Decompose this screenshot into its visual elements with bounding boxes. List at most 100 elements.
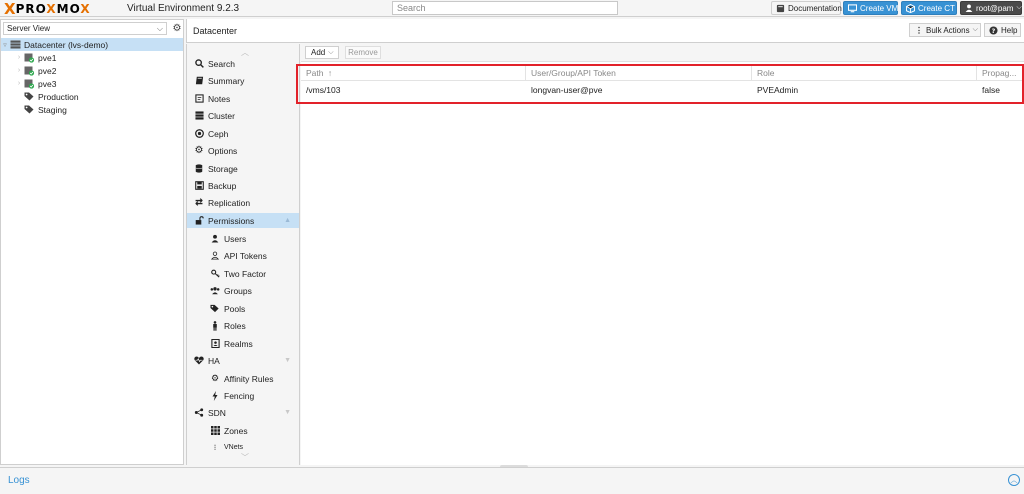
column-header-role[interactable]: Role — [752, 64, 977, 80]
chevron-down-icon: ⌵ — [1016, 4, 1022, 11]
logo-wordmark: PROXMOX — [15, 1, 91, 16]
tree-item-label: pve1 — [38, 52, 57, 63]
tree-item-production[interactable]: Production — [1, 90, 183, 103]
table-row[interactable]: /vms/103 longvan-user@pve PVEAdmin false — [301, 81, 1024, 98]
collapse-icon[interactable]: ▿ — [1, 41, 9, 49]
nav-item-affinity-rules[interactable]: ⚙ Affinity Rules — [187, 371, 299, 386]
cell-user: longvan-user@pve — [531, 85, 603, 95]
scroll-down-icon[interactable]: ﹀ — [241, 452, 249, 463]
create-ct-button[interactable]: Create CT — [901, 1, 957, 15]
nav-item-cluster[interactable]: Cluster — [187, 108, 299, 123]
expand-icon[interactable]: › — [15, 80, 23, 87]
help-button[interactable]: ? Help — [984, 23, 1021, 37]
column-header-user[interactable]: User/Group/API Token — [526, 64, 752, 80]
tag-icon — [23, 92, 35, 102]
cell-propagate: false — [982, 85, 1000, 95]
cogs-icon: ⚙ — [210, 373, 220, 383]
page-title: Datacenter — [193, 26, 238, 36]
expand-icon[interactable]: › — [15, 54, 23, 61]
proxmox-logo[interactable]: X PROXMOX — [4, 0, 91, 18]
tree-item-staging[interactable]: Staging — [1, 103, 183, 116]
expand-icon[interactable]: › — [15, 67, 23, 74]
tags-icon — [210, 304, 220, 314]
svg-text:?: ? — [992, 27, 996, 34]
nav-item-permissions[interactable]: Permissions ▲ — [187, 213, 299, 228]
collapse-caret-icon[interactable]: ▼ — [284, 357, 291, 364]
tree-item-pve1[interactable]: › pve1 — [1, 51, 183, 64]
bulk-actions-button[interactable]: ⋮ Bulk Actions ⌵ — [909, 23, 981, 37]
add-button[interactable]: Add ⌵ — [305, 46, 339, 59]
nav-item-label: Permissions — [208, 215, 255, 226]
tree-item-label: pve3 — [38, 78, 57, 89]
address-book-icon — [210, 339, 220, 349]
user-menu-button[interactable]: root@pam ⌵ — [960, 1, 1022, 15]
nav-item-zones[interactable]: Zones — [187, 423, 299, 438]
nav-item-ha[interactable]: HA ▼ — [187, 353, 299, 368]
nav-item-label: Affinity Rules — [224, 373, 274, 384]
nav-item-label: Users — [224, 233, 247, 244]
tree-item-pve3[interactable]: › pve3 — [1, 77, 183, 90]
node-online-icon — [23, 79, 35, 89]
nav-item-two-factor[interactable]: Two Factor — [187, 266, 299, 281]
nav-item-fencing[interactable]: Fencing — [187, 388, 299, 403]
nav-item-sdn[interactable]: SDN ▼ — [187, 405, 299, 420]
grid-header: Path ↑ User/Group/API Token Role Propag.… — [301, 64, 1024, 81]
key-icon — [210, 269, 220, 279]
sdn-icon — [194, 408, 204, 418]
database-icon — [194, 164, 204, 174]
logs-title[interactable]: Logs — [8, 475, 30, 486]
nav-item-label: Storage — [208, 163, 238, 174]
nav-item-backup[interactable]: Backup — [187, 178, 299, 193]
search-icon — [194, 59, 204, 69]
nav-item-label: Pools — [224, 303, 246, 314]
collapse-caret-icon[interactable]: ▲ — [284, 217, 291, 224]
nav-item-pools[interactable]: Pools — [187, 301, 299, 316]
resource-tree: ▿ Datacenter (lvs-demo) › pve1 › pve2 › — [1, 38, 183, 116]
documentation-button[interactable]: Documentation — [771, 1, 842, 15]
nav-item-summary[interactable]: Summary — [187, 73, 299, 88]
column-header-propagate[interactable]: Propag... — [977, 64, 1024, 80]
create-vm-button[interactable]: Create VM — [843, 1, 898, 15]
nav-item-label: HA — [208, 355, 220, 366]
nav-item-storage[interactable]: Storage — [187, 161, 299, 176]
expand-up-icon[interactable]: ︿ — [1008, 474, 1020, 486]
nav-item-label: Options — [208, 145, 238, 156]
global-search-input[interactable] — [392, 1, 618, 15]
nav-item-groups[interactable]: Groups — [187, 283, 299, 298]
nav-item-ceph[interactable]: Ceph — [187, 126, 299, 141]
tree-item-datacenter[interactable]: ▿ Datacenter (lvs-demo) — [1, 38, 183, 51]
permissions-grid: Path ↑ User/Group/API Token Role Propag.… — [301, 64, 1024, 98]
nav-item-label: Ceph — [208, 128, 229, 139]
nav-item-replication[interactable]: ⇄ Replication — [187, 195, 299, 210]
collapse-caret-icon[interactable]: ▼ — [284, 409, 291, 416]
bulk-actions-label: Bulk Actions — [926, 25, 970, 35]
column-header-path[interactable]: Path ↑ — [301, 64, 526, 80]
view-selector[interactable]: Server View ⌵ — [3, 22, 167, 35]
nav-item-notes[interactable]: Notes — [187, 91, 299, 106]
datacenter-nav-menu: ︿ Search Summary Notes Cluster Ceph ⚙ Op… — [186, 44, 300, 465]
help-label: Help — [1001, 25, 1018, 35]
vnet-icon: ⁝ — [213, 443, 217, 452]
floppy-icon — [194, 181, 204, 191]
logo-x-mark: X — [4, 0, 16, 18]
heartbeat-icon — [194, 356, 204, 366]
documentation-label: Documentation — [788, 3, 842, 13]
nav-item-api-tokens[interactable]: API Tokens — [187, 248, 299, 263]
node-online-icon — [23, 66, 35, 76]
tree-item-label: Production — [38, 91, 79, 102]
resource-tree-panel: Server View ⌵ ⚙ ▿ Datacenter (lvs-demo) … — [0, 19, 184, 465]
remove-label: Remove — [348, 48, 378, 57]
tree-item-pve2[interactable]: › pve2 — [1, 64, 183, 77]
nav-item-users[interactable]: Users — [187, 231, 299, 246]
nav-item-search[interactable]: Search — [187, 56, 299, 71]
chevron-down-icon: ⌵ — [972, 26, 978, 33]
remove-button[interactable]: Remove — [345, 46, 381, 59]
unlock-icon — [194, 216, 204, 226]
gear-icon[interactable]: ⚙ — [171, 22, 183, 35]
nav-item-roles[interactable]: Roles — [187, 318, 299, 333]
nav-item-options[interactable]: ⚙ Options — [187, 143, 299, 158]
server-icon — [194, 111, 204, 121]
nav-item-realms[interactable]: Realms — [187, 336, 299, 351]
view-selector-value: Server View — [7, 24, 50, 33]
sort-ascending-icon: ↑ — [327, 68, 333, 78]
